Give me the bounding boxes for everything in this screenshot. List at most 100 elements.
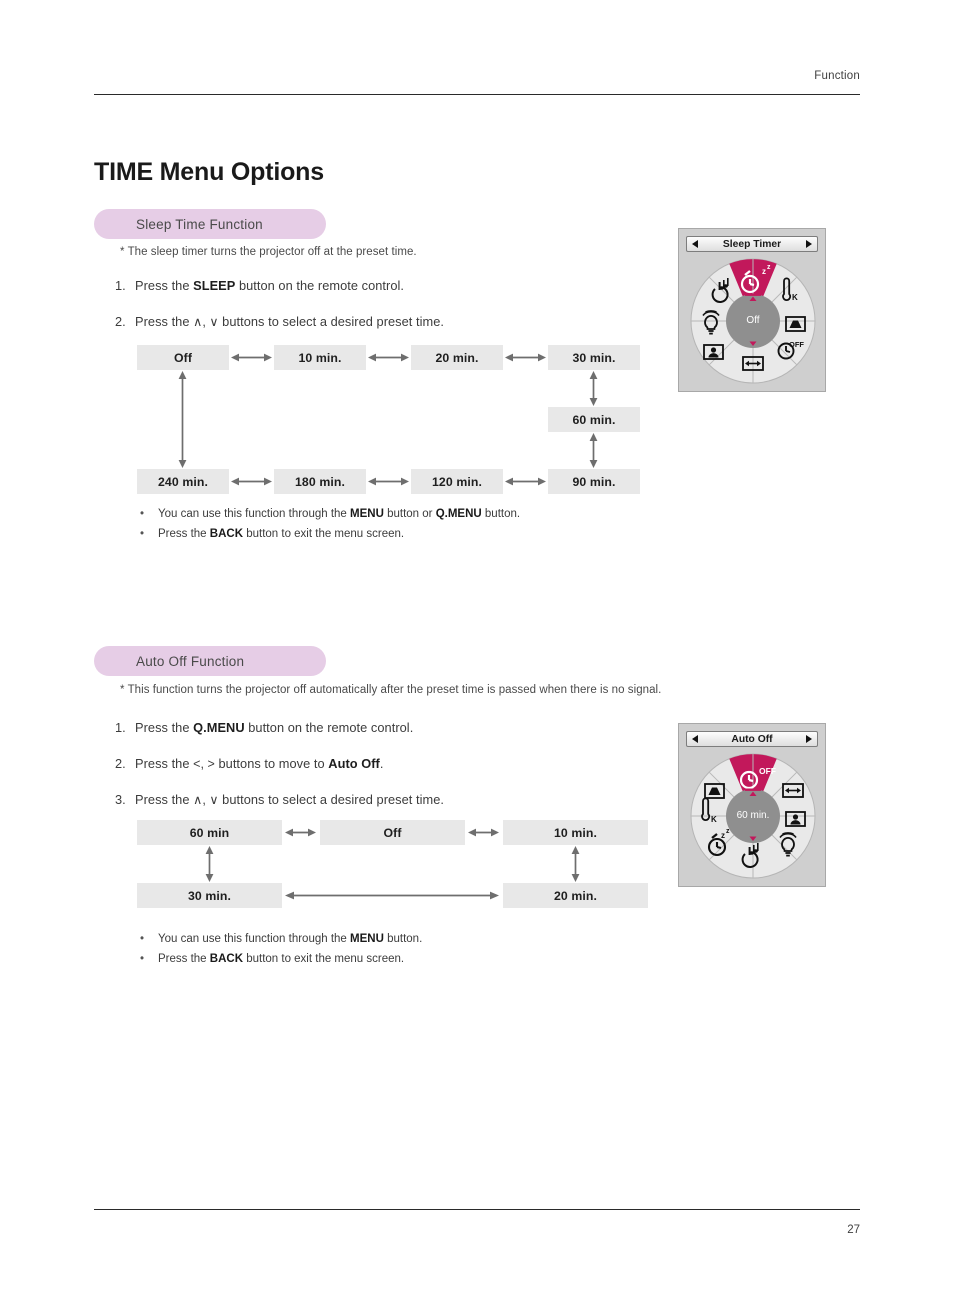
flow-arrow-horizontal	[505, 475, 546, 488]
flow-box: 10 min.	[503, 820, 648, 845]
osd-panel-sleep-timer: Sleep Timer z z K OFF Off	[678, 228, 826, 392]
bullet-text: button or	[383, 508, 436, 520]
bullet-text: You can use this function through the	[158, 933, 351, 945]
bullet-text: You can use this function through the	[158, 508, 351, 520]
right-arrow-icon[interactable]	[806, 735, 812, 743]
bullet-item: • Press the BACK button to exit the menu …	[140, 524, 520, 544]
osd-wheel[interactable]: z z K OFF Off	[689, 257, 817, 385]
bullet-item: • You can use this function through the M…	[140, 504, 520, 524]
bullet-bold: BACK	[209, 953, 244, 965]
step-text-pre: Press the	[135, 792, 194, 807]
step-number: 2.	[115, 314, 126, 329]
nav-symbols: ∧, ∨	[193, 315, 219, 329]
step-text-bold: Q.MENU	[193, 720, 245, 735]
flow-box: 30 min.	[548, 345, 640, 370]
left-arrow-icon[interactable]	[692, 240, 698, 248]
step-text-pre: Press the	[135, 756, 194, 771]
auto-off-flow-diagram: 60 min Off 10 min. 30 min. 20 min.	[137, 820, 648, 910]
svg-text:OFF: OFF	[789, 340, 804, 349]
flow-box: Off	[320, 820, 465, 845]
bullet-dot: •	[140, 508, 145, 520]
step-text-post: .	[379, 756, 384, 771]
page-title: TIME Menu Options	[94, 158, 324, 186]
step-text-pre: Press the	[135, 720, 194, 735]
nav-symbols: ∧, ∨	[193, 793, 219, 807]
bullet-bold: BACK	[209, 528, 244, 540]
bullet-text: Press the	[158, 528, 210, 540]
header-rule	[94, 94, 860, 95]
left-arrow-icon[interactable]	[692, 735, 698, 743]
flow-box: 60 min	[137, 820, 282, 845]
bullet-dot: •	[140, 933, 145, 945]
flow-box: 240 min.	[137, 469, 229, 494]
svg-text:K: K	[792, 293, 798, 302]
step-text-post: button on the remote control.	[235, 278, 405, 293]
osd-title-bar: Auto Off	[686, 731, 818, 747]
svg-text:z: z	[721, 831, 725, 840]
bullet-dot: •	[140, 953, 145, 965]
bullet-dot: •	[140, 528, 145, 540]
bullet-item: • You can use this function through the M…	[140, 929, 422, 949]
sleep-step-2: 2. Press the ∧, ∨ buttons to select a des…	[115, 314, 444, 329]
bullet-text: button.	[383, 933, 423, 945]
flow-box: 60 min.	[548, 407, 640, 432]
flow-arrow-horizontal-long	[285, 889, 499, 902]
section-heading-auto-off: Auto Off Function	[94, 646, 326, 676]
flow-arrow-horizontal	[468, 826, 499, 839]
step-text-mid: buttons to move to	[214, 756, 329, 771]
step-text-tail: buttons to select a desired preset time.	[218, 314, 444, 329]
flow-arrow-vertical	[176, 371, 189, 468]
flow-arrow-horizontal	[368, 351, 409, 364]
section-heading-sleep-time: Sleep Time Function	[94, 209, 326, 239]
bullet-text: Press the	[158, 953, 210, 965]
flow-box: 120 min.	[411, 469, 503, 494]
flow-arrow-vertical	[203, 846, 216, 882]
step-text-bold: Auto Off	[328, 756, 380, 771]
bullet-bold: MENU	[350, 508, 384, 520]
flow-arrow-horizontal	[505, 351, 546, 364]
sleep-time-note: * The sleep timer turns the projector of…	[120, 246, 417, 258]
auto-off-step-2: 2. Press the <, > buttons to move to Auto…	[115, 756, 383, 771]
auto-off-step-3: 3. Press the ∧, ∨ buttons to select a des…	[115, 792, 444, 807]
flow-box: 20 min.	[411, 345, 503, 370]
bullet-text: button.	[481, 508, 521, 520]
flow-box: 20 min.	[503, 883, 648, 908]
bullet-text: button to exit the menu screen.	[243, 953, 405, 965]
running-head: Function	[814, 70, 860, 82]
svg-text:z: z	[762, 267, 766, 276]
flow-box: 90 min.	[548, 469, 640, 494]
sleep-step-1: 1. Press the SLEEP button on the remote c…	[115, 278, 404, 293]
flow-box: 30 min.	[137, 883, 282, 908]
bullet-bold: Q.MENU	[435, 508, 482, 520]
section-heading-label: Auto Off Function	[136, 653, 245, 669]
right-arrow-icon[interactable]	[806, 240, 812, 248]
page-number: 27	[847, 1224, 860, 1236]
flow-arrow-horizontal	[231, 475, 272, 488]
step-text-post: button on the remote control.	[244, 720, 414, 735]
osd-wheel[interactable]: OFF z z K 60 min.	[689, 752, 817, 880]
flow-arrow-vertical	[569, 846, 582, 882]
osd-panel-auto-off: Auto Off OFF z z K 60 min.	[678, 723, 826, 887]
svg-text:OFF: OFF	[759, 766, 776, 776]
flow-box: 180 min.	[274, 469, 366, 494]
flow-box: Off	[137, 345, 229, 370]
step-text-pre: Press the	[135, 278, 194, 293]
osd-title-bar: Sleep Timer	[686, 236, 818, 252]
section-heading-label: Sleep Time Function	[136, 216, 263, 232]
step-text-tail: buttons to select a desired preset time.	[218, 792, 444, 807]
bullet-item: • Press the BACK button to exit the menu …	[140, 949, 422, 969]
flow-arrow-horizontal	[368, 475, 409, 488]
osd-title-label: Sleep Timer	[722, 238, 782, 250]
flow-arrow-vertical	[587, 433, 600, 468]
flow-arrow-horizontal	[231, 351, 272, 364]
bullet-bold: MENU	[350, 933, 384, 945]
step-text-bold: SLEEP	[193, 278, 236, 293]
step-text-pre: Press the	[135, 314, 194, 329]
sleep-time-flow-diagram: Off 10 min. 20 min. 30 min. 60 min. 240 …	[137, 345, 647, 495]
step-number: 2.	[115, 756, 126, 771]
flow-arrow-horizontal	[285, 826, 316, 839]
osd-title-label: Auto Off	[731, 733, 773, 745]
svg-text:K: K	[711, 815, 717, 824]
nav-symbols: <, >	[193, 757, 215, 771]
footer-rule	[94, 1209, 860, 1210]
